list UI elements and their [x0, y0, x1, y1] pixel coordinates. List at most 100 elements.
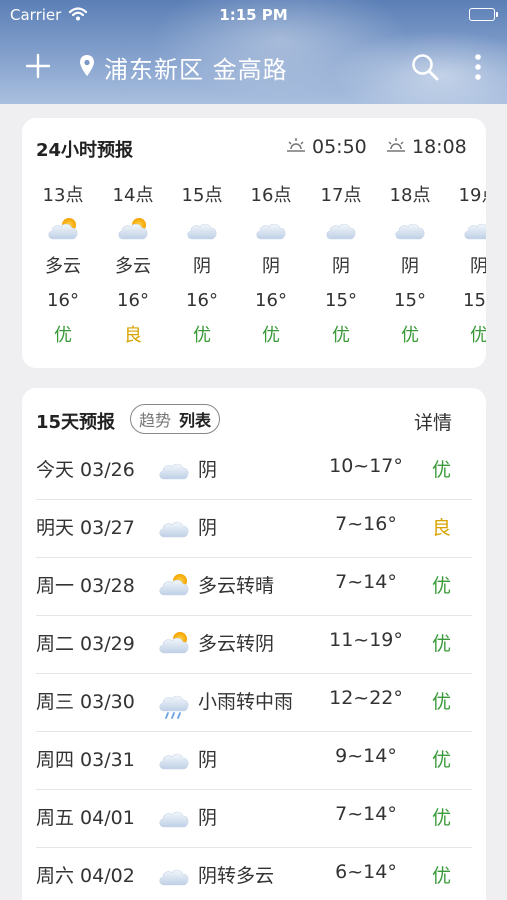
sunrise-time: 05:50 — [312, 136, 367, 158]
daily-aqi: 良 — [432, 517, 452, 539]
hour-temp: 16° — [186, 290, 218, 311]
daily-aqi: 优 — [432, 807, 452, 829]
hour-item: 17点 阴 15° 优 — [306, 182, 376, 354]
daily-date: 周六 04/02 — [36, 865, 135, 887]
daily-condition: 阴 — [198, 459, 218, 481]
daily-row[interactable]: 周五 04/01 阴 7~14° 优 — [36, 790, 472, 848]
hour-label: 14点 — [112, 185, 154, 206]
more-vertical-icon — [475, 54, 481, 80]
daily-temp: 12~22° — [329, 687, 403, 709]
hour-temp: 16° — [117, 290, 149, 311]
cloud-icon — [156, 512, 192, 546]
daily-row[interactable]: 周二 03/29 多云转阴 11~19° 优 — [36, 616, 472, 674]
status-bar: Carrier 1:15 PM — [0, 4, 507, 26]
hour-item: 13点 多云 16° 优 — [28, 182, 98, 354]
partly-cloudy-icon — [28, 210, 98, 250]
partly-cloudy-icon — [156, 570, 192, 604]
partly-cloudy-icon — [156, 628, 192, 662]
hour-aqi: 优 — [332, 325, 350, 346]
hour-label: 13点 — [42, 185, 84, 206]
daily-aqi: 优 — [432, 633, 452, 655]
rain-icon — [156, 686, 192, 720]
cloud-icon — [156, 860, 192, 894]
toggle-trend-option[interactable]: 趋势 — [139, 407, 171, 431]
daily-date: 今天 03/26 — [36, 459, 135, 481]
nav-row: 浦东新区 金高路 — [0, 48, 507, 88]
hour-item: 16点 阴 16° 优 — [236, 182, 306, 354]
search-icon — [412, 54, 439, 81]
daily-temp: 6~14° — [335, 861, 397, 883]
daily-row[interactable]: 周三 03/30 小雨转中雨 12~22° 优 — [36, 674, 472, 732]
hourly-scroll[interactable]: 13点 多云 16° 优 14点 多云 16° 良 15点 阴 16° 优 16… — [22, 182, 486, 362]
hour-label: 15点 — [181, 185, 223, 206]
hour-aqi: 良 — [124, 325, 142, 346]
daily-aqi: 优 — [432, 575, 452, 597]
daily-date: 周四 03/31 — [36, 749, 135, 771]
daily-temp: 7~16° — [335, 513, 397, 535]
daily-title: 15天预报 — [36, 412, 116, 433]
cloud-icon — [306, 210, 376, 250]
location-pin-icon — [78, 54, 98, 80]
hour-condition: 阴 — [470, 256, 486, 277]
daily-condition: 阴 — [198, 749, 218, 771]
hourly-forecast-card: 24小时预报 05:50 18:08 13点 多云 16° 优 14点 多云 1… — [22, 118, 486, 368]
cloud-icon — [167, 210, 237, 250]
toggle-list-option[interactable]: 列表 — [179, 407, 211, 431]
location-title[interactable]: 浦东新区 金高路 — [104, 50, 288, 85]
daily-date: 明天 03/27 — [36, 517, 135, 539]
sunrise-icon — [287, 138, 305, 152]
daily-temp: 7~14° — [335, 803, 397, 825]
hour-condition: 阴 — [332, 256, 350, 277]
daily-date: 周五 04/01 — [36, 807, 135, 829]
more-menu-button[interactable] — [468, 52, 488, 82]
hour-item: 14点 多云 16° 良 — [98, 182, 168, 354]
hour-condition: 阴 — [193, 256, 211, 277]
hour-aqi: 优 — [470, 325, 486, 346]
partly-cloudy-icon — [98, 210, 168, 250]
daily-temp: 7~14° — [335, 571, 397, 593]
plus-icon — [25, 53, 51, 79]
daily-aqi: 优 — [432, 459, 452, 481]
search-button[interactable] — [410, 52, 440, 82]
daily-date: 周一 03/28 — [36, 575, 135, 597]
cloud-icon — [156, 744, 192, 778]
daily-aqi: 优 — [432, 691, 452, 713]
hour-temp: 15° — [463, 290, 486, 311]
daily-temp: 9~14° — [335, 745, 397, 767]
daily-date: 周三 03/30 — [36, 691, 135, 713]
daily-aqi: 优 — [432, 749, 452, 771]
sunset-icon — [387, 138, 405, 152]
daily-row[interactable]: 今天 03/26 阴 10~17° 优 — [36, 442, 472, 500]
hour-label: 19点 — [458, 185, 486, 206]
cloud-icon — [375, 210, 445, 250]
daily-row[interactable]: 明天 03/27 阴 7~16° 良 — [36, 500, 472, 558]
daily-condition: 阴 — [198, 517, 218, 539]
cloud-icon — [236, 210, 306, 250]
daily-temp: 11~19° — [329, 629, 403, 651]
hour-condition: 阴 — [401, 256, 419, 277]
hour-aqi: 优 — [54, 325, 72, 346]
add-city-button[interactable] — [24, 48, 54, 84]
daily-forecast-card: 15天预报 趋势 列表 详情 今天 03/26 阴 10~17° 优 明天 03… — [22, 388, 486, 900]
hour-temp: 16° — [255, 290, 287, 311]
hour-aqi: 优 — [193, 325, 211, 346]
daily-condition: 阴 — [198, 807, 218, 829]
detail-link[interactable]: 详情 — [414, 408, 452, 435]
cloud-icon — [444, 210, 486, 250]
sunset-info: 18:08 — [386, 136, 467, 158]
daily-condition: 多云转晴 — [198, 575, 275, 597]
hour-condition: 多云 — [45, 256, 81, 277]
hour-temp: 16° — [47, 290, 79, 311]
daily-row[interactable]: 周六 04/02 阴转多云 6~14° 优 — [36, 848, 472, 900]
daily-row[interactable]: 周一 03/28 多云转晴 7~14° 优 — [36, 558, 472, 616]
battery-icon — [469, 8, 498, 21]
view-toggle[interactable]: 趋势 列表 — [130, 404, 221, 434]
daily-aqi: 优 — [432, 865, 452, 887]
daily-temp: 10~17° — [329, 455, 403, 477]
hour-label: 16点 — [250, 185, 292, 206]
cloud-icon — [156, 802, 192, 836]
sunrise-info: 05:50 — [286, 136, 367, 158]
daily-condition: 小雨转中雨 — [198, 691, 294, 713]
hour-aqi: 优 — [262, 325, 280, 346]
daily-row[interactable]: 周四 03/31 阴 9~14° 优 — [36, 732, 472, 790]
